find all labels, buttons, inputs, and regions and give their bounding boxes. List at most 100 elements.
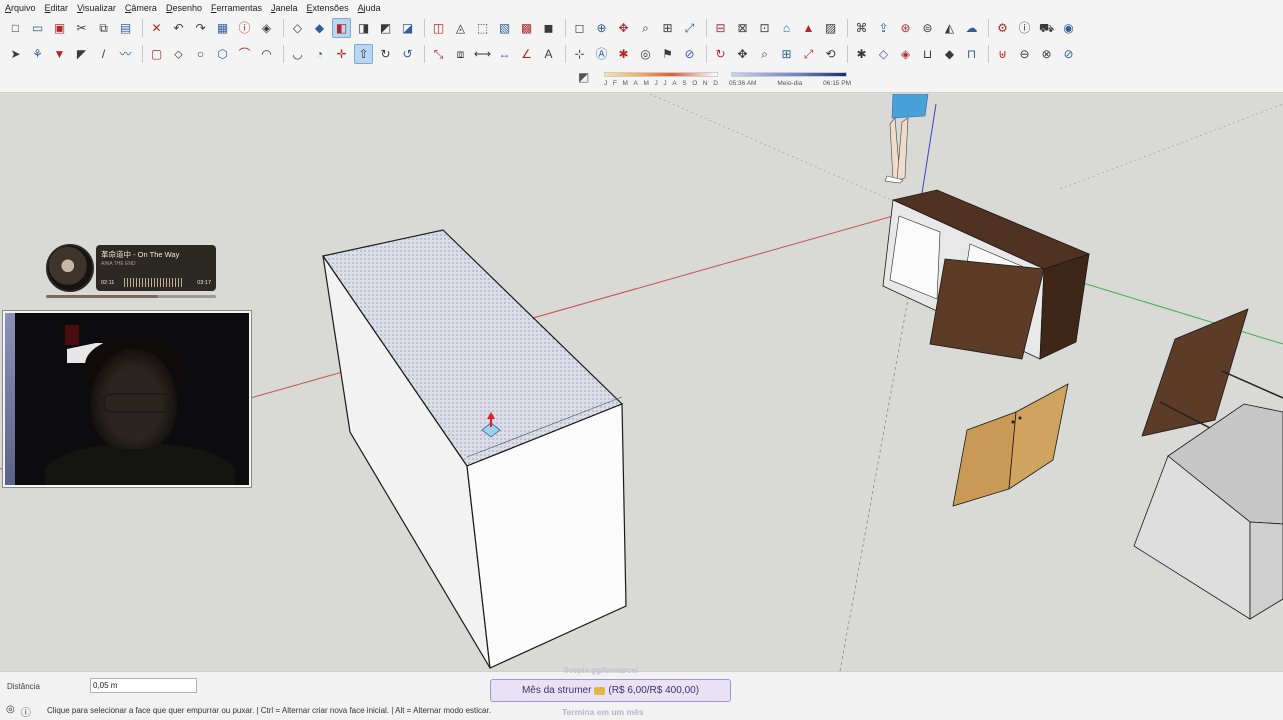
back-view-icon[interactable]: ◨: [354, 18, 373, 38]
share-model-icon[interactable]: ⇪: [874, 18, 893, 38]
sandbox-stamp-icon[interactable]: ◈: [896, 44, 915, 64]
look-around-icon[interactable]: ◎: [636, 44, 655, 64]
add-location-icon[interactable]: ⌂: [777, 18, 796, 38]
component-icon[interactable]: ⚘: [28, 44, 47, 64]
rotate-icon[interactable]: ↻: [376, 44, 395, 64]
settings-icon[interactable]: ⚙: [993, 18, 1012, 38]
trimble-icon[interactable]: ◭: [940, 18, 959, 38]
sandbox-drape-icon[interactable]: ⊔: [918, 44, 937, 64]
menu-camera[interactable]: Câmera: [125, 3, 157, 13]
redo-icon[interactable]: ↷: [191, 18, 210, 38]
cabinet-box[interactable]: [322, 229, 627, 669]
extension-warehouse-icon[interactable]: ⊛: [896, 18, 915, 38]
bottom-view-icon[interactable]: ◪: [398, 18, 417, 38]
dimension-icon[interactable]: ↔: [495, 44, 514, 64]
menu-editar[interactable]: Editar: [45, 3, 69, 13]
print-icon[interactable]: ▦: [213, 18, 232, 38]
new-icon[interactable]: □: [6, 18, 25, 38]
erase-icon[interactable]: ✕: [147, 18, 166, 38]
paste-icon[interactable]: ▤: [116, 18, 135, 38]
right-view-icon[interactable]: ◧: [332, 18, 351, 38]
iso-view-icon[interactable]: ◈: [257, 18, 276, 38]
section-icon[interactable]: ⊘: [680, 44, 699, 64]
top-view-icon[interactable]: ◇: [288, 18, 307, 38]
menu-desenho[interactable]: Desenho: [166, 3, 202, 13]
cloud-icon[interactable]: ☁: [962, 18, 981, 38]
back-edges-icon[interactable]: ◬: [451, 18, 470, 38]
eraser-icon[interactable]: ◤: [72, 44, 91, 64]
previous-view-icon[interactable]: ⟲: [821, 44, 840, 64]
scale-figure[interactable]: [884, 94, 929, 184]
wireframe-icon[interactable]: ⬚: [473, 18, 492, 38]
warehouse-icon[interactable]: ⌘: [852, 18, 871, 38]
walk-icon[interactable]: ✱: [614, 44, 633, 64]
month-slider[interactable]: [604, 72, 718, 77]
menu-arquivo[interactable]: Arquivo: [5, 3, 36, 13]
menu-janela[interactable]: Janela: [271, 3, 298, 13]
tape-measure-icon[interactable]: ⟷: [473, 44, 492, 64]
rotated-rectangle-icon[interactable]: ⬦: [169, 44, 188, 64]
measurements-input[interactable]: [90, 678, 197, 693]
model-info-icon[interactable]: ⓘ: [235, 18, 254, 38]
xray-icon[interactable]: ◫: [429, 18, 448, 38]
text-icon[interactable]: A: [539, 44, 558, 64]
info-status-icon[interactable]: ⓘ: [21, 704, 31, 719]
copy-icon[interactable]: ⧉: [94, 18, 113, 38]
line-icon[interactable]: /: [94, 44, 113, 64]
freehand-icon[interactable]: 〰: [116, 44, 135, 64]
left-view-icon[interactable]: ◩: [376, 18, 395, 38]
rectangle-icon[interactable]: ▢: [147, 44, 166, 64]
zoom-extents-tool-icon[interactable]: ⤢: [799, 44, 818, 64]
info-icon[interactable]: ⓘ: [1015, 18, 1034, 38]
pie-icon[interactable]: ◔: [310, 44, 329, 64]
axes-icon[interactable]: ⊹: [570, 44, 589, 64]
section-plane-icon[interactable]: ⊟: [711, 18, 730, 38]
orbit-icon[interactable]: ⊕: [592, 18, 611, 38]
section-cuts-icon[interactable]: ⊡: [755, 18, 774, 38]
cut-icon[interactable]: ✂: [72, 18, 91, 38]
zoom-icon[interactable]: ⌕: [636, 18, 655, 38]
shadow-toggle-icon[interactable]: ◩: [578, 70, 594, 86]
layout-icon[interactable]: ⊜: [918, 18, 937, 38]
solid-union-icon[interactable]: ⊎: [993, 44, 1012, 64]
sandbox-smoove-icon[interactable]: ◇: [874, 44, 893, 64]
menu-extensoes[interactable]: Extensões: [307, 3, 349, 13]
display-section-icon[interactable]: ⊠: [733, 18, 752, 38]
solid-trim-icon[interactable]: ⊗: [1037, 44, 1056, 64]
zoom-window-icon[interactable]: ⊞: [658, 18, 677, 38]
push-pull-icon[interactable]: ⇧: [354, 44, 373, 64]
menu-ferramentas[interactable]: Ferramentas: [211, 3, 262, 13]
two-point-arc-icon[interactable]: ◠: [257, 44, 276, 64]
hidden-line-icon[interactable]: ▧: [495, 18, 514, 38]
light-wood-doors[interactable]: [952, 383, 1069, 507]
solid-outer-shell-icon[interactable]: ◆: [940, 44, 959, 64]
terrain-icon[interactable]: ▲: [799, 18, 818, 38]
scale-icon[interactable]: ⤡: [429, 44, 448, 64]
menu-visualizar[interactable]: Visualizar: [77, 3, 116, 13]
cart-icon[interactable]: ⛟: [1037, 18, 1056, 38]
account-icon[interactable]: ◉: [1059, 18, 1078, 38]
photo-texture-icon[interactable]: ▨: [821, 18, 840, 38]
three-point-arc-icon[interactable]: ◡: [288, 44, 307, 64]
solid-subtract-icon[interactable]: ⊖: [1015, 44, 1034, 64]
zoom-tool-icon[interactable]: ⌕: [755, 44, 774, 64]
position-camera-icon[interactable]: ⚑: [658, 44, 677, 64]
geolocation-icon[interactable]: ◎: [6, 704, 15, 719]
pan-icon[interactable]: ✥: [614, 18, 633, 38]
follow-me-icon[interactable]: ↺: [398, 44, 417, 64]
orbit-tool-icon[interactable]: ↻: [711, 44, 730, 64]
open-icon[interactable]: ▭: [28, 18, 47, 38]
walk-tool-icon[interactable]: ✱: [852, 44, 871, 64]
gray-box[interactable]: [1133, 403, 1283, 620]
zoom-extents-icon[interactable]: ⤢: [680, 18, 699, 38]
3d-text-icon[interactable]: Ⓐ: [592, 44, 611, 64]
shaded-icon[interactable]: ▩: [517, 18, 536, 38]
circle-icon[interactable]: ○: [191, 44, 210, 64]
time-slider[interactable]: [731, 72, 847, 77]
undo-icon[interactable]: ↶: [169, 18, 188, 38]
polygon-icon[interactable]: ⬡: [213, 44, 232, 64]
arc-icon[interactable]: ⌒: [235, 44, 254, 64]
shaded-textures-icon[interactable]: ◼: [539, 18, 558, 38]
offset-icon[interactable]: ⧈: [451, 44, 470, 64]
pan-tool-icon[interactable]: ✥: [733, 44, 752, 64]
